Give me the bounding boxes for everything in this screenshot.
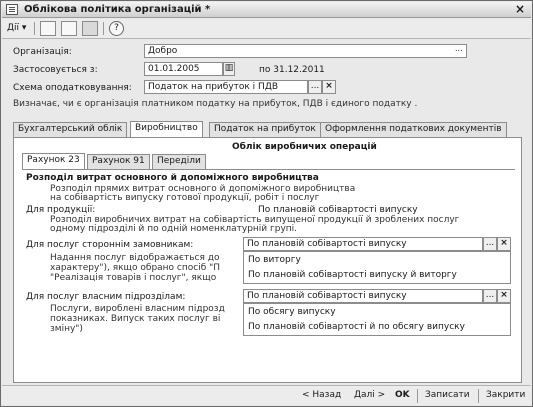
list-item[interactable]: По обсягу випуску bbox=[248, 307, 336, 317]
applies-from-date-field[interactable]: 01.01.2005 bbox=[144, 62, 223, 76]
own-services-description: показниках. Випуск таких послуг ві bbox=[50, 314, 221, 324]
toolbar-separator bbox=[34, 22, 35, 35]
window-title: Облікова політика організацій * bbox=[24, 4, 211, 15]
save-button[interactable]: Записати bbox=[425, 390, 470, 400]
help-icon[interactable]: ? bbox=[109, 21, 124, 36]
section-description: на собівартість випуску готової продукці… bbox=[50, 193, 320, 203]
own-services-description: Послуги, вироблені власним підрозд bbox=[50, 304, 225, 314]
back-button[interactable]: < Назад bbox=[302, 390, 341, 400]
list-item[interactable]: По виторгу bbox=[248, 255, 301, 265]
tab-profit-tax[interactable]: Податок на прибуток bbox=[209, 122, 321, 137]
footer-bar: < Назад Далі > OK Записати Закрити bbox=[2, 385, 531, 405]
policy-window: Облікова політика організацій * × Дії ▾ … bbox=[0, 0, 533, 407]
valid-until-text: по 31.12.2011 bbox=[259, 65, 325, 75]
production-method-value[interactable]: По плановій собівартості випуску bbox=[258, 205, 418, 215]
toolbar-separator bbox=[103, 22, 104, 35]
organization-field[interactable]: Добро bbox=[144, 44, 467, 58]
production-label: Для продукції: bbox=[26, 205, 96, 215]
copy-icon[interactable] bbox=[82, 21, 98, 36]
footer-separator bbox=[478, 389, 479, 403]
tab-account-23[interactable]: Рахунок 23 bbox=[22, 153, 85, 169]
tax-scheme-label: Схема оподатковування: bbox=[13, 83, 132, 93]
section-title: Розподіл витрат основного й допоміжного … bbox=[26, 173, 319, 183]
post-document-icon[interactable] bbox=[40, 21, 56, 36]
production-panel: Облік виробничих операцій Рахунок 23 Рах… bbox=[13, 137, 522, 383]
applies-from-label: Застосовується з: bbox=[13, 65, 98, 75]
next-button[interactable]: Далі > bbox=[354, 390, 385, 400]
toolbar: Дії ▾ ? bbox=[2, 19, 531, 39]
close-window-button[interactable]: × bbox=[515, 2, 525, 16]
subtab-divider bbox=[22, 169, 515, 170]
tab-redistributions[interactable]: Переділи bbox=[152, 154, 206, 169]
document-icon bbox=[6, 4, 18, 15]
clear-tax-scheme-button[interactable]: × bbox=[322, 80, 336, 94]
tab-production[interactable]: Виробництво bbox=[130, 121, 203, 137]
external-services-description: "Реалізація товарів і послуг", якщо bbox=[50, 273, 217, 283]
clear-own-method-button[interactable]: × bbox=[497, 289, 511, 303]
footer-separator bbox=[417, 389, 418, 403]
external-services-label: Для послуг стороннім замовникам: bbox=[26, 240, 194, 250]
tab-account-91[interactable]: Рахунок 91 bbox=[87, 154, 150, 169]
select-own-method-button[interactable]: ... bbox=[483, 289, 497, 303]
production-description: одному підрозділі й по одній номенклатур… bbox=[50, 224, 298, 234]
ok-button[interactable]: OK bbox=[395, 390, 410, 400]
own-services-description: зміну") bbox=[50, 324, 83, 334]
own-options-list: По обсягу випуску По плановій собівартос… bbox=[243, 303, 511, 336]
calendar-icon[interactable]: ▥ bbox=[223, 62, 235, 76]
tax-scheme-hint: Визначає, чи є організація платником под… bbox=[13, 99, 418, 109]
tax-scheme-field[interactable]: Податок на прибуток і ПДВ bbox=[144, 80, 308, 94]
list-item[interactable]: По плановій собівартості й по обсягу вип… bbox=[248, 322, 465, 332]
external-options-list: По виторгу По плановій собівартості випу… bbox=[243, 251, 511, 284]
external-services-description: характеру"), якщо обрано спосіб "П bbox=[50, 263, 221, 273]
select-organization-button[interactable]: ... bbox=[455, 44, 463, 53]
external-services-description: Надання послуг відображається до bbox=[50, 253, 220, 263]
organization-label: Організація: bbox=[13, 47, 72, 57]
clear-external-method-button[interactable]: × bbox=[497, 237, 511, 251]
tab-accounting[interactable]: Бухгалтерський облік bbox=[13, 122, 128, 137]
own-services-label: Для послуг власним підрозділам: bbox=[26, 292, 186, 302]
tab-tax-documents[interactable]: Оформлення податкових документів bbox=[320, 122, 507, 137]
title-bar: Облікова політика організацій * × bbox=[2, 2, 531, 18]
close-button[interactable]: Закрити bbox=[486, 390, 525, 400]
actions-menu[interactable]: Дії ▾ bbox=[7, 23, 26, 38]
list-item[interactable]: По плановій собівартості випуску й витор… bbox=[248, 270, 457, 280]
own-services-field[interactable]: По плановій собівартості випуску bbox=[243, 289, 483, 303]
refresh-icon[interactable] bbox=[61, 21, 77, 36]
select-tax-scheme-button[interactable]: ... bbox=[308, 80, 322, 94]
select-external-method-button[interactable]: ... bbox=[483, 237, 497, 251]
panel-title: Облік виробничих операцій bbox=[232, 142, 377, 152]
external-services-field[interactable]: По плановій собівартості випуску bbox=[243, 237, 483, 251]
